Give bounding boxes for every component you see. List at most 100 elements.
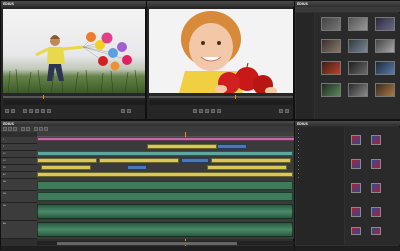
track-name: 3V: [3, 167, 6, 169]
timeline-scroll-thumb[interactable]: [57, 241, 237, 245]
bin-clip-thumb[interactable]: [348, 39, 368, 53]
player-playhead[interactable]: [43, 95, 44, 99]
track-header[interactable]: 3A: [1, 203, 37, 221]
timeline-clip[interactable]: [37, 151, 293, 156]
effect-tile[interactable]: [351, 135, 361, 145]
paste-button[interactable]: [44, 127, 48, 131]
effects-tree[interactable]: ▸ ▸ ▸ ▸ ▸ ▸ ▸ ▸ ▸ ▸ ▸ ▸ ▸: [296, 127, 344, 245]
rec-rewind-button[interactable]: [193, 109, 197, 113]
track-header[interactable]: 4V: [1, 172, 37, 179]
undo-button[interactable]: [21, 127, 25, 131]
timeline-clip[interactable]: [37, 192, 293, 201]
effects-tree-item[interactable]: ▸: [298, 133, 299, 135]
effects-tree-item[interactable]: ▸: [298, 173, 299, 175]
track-name: 4V: [3, 174, 6, 176]
rec-render-button[interactable]: [279, 109, 283, 113]
bin-folder-tree[interactable]: [296, 13, 314, 119]
timeline-track-area[interactable]: [37, 137, 295, 239]
effect-tile[interactable]: [351, 183, 361, 193]
bin-clip-thumb[interactable]: [348, 61, 368, 75]
out-point-button[interactable]: [11, 109, 15, 113]
effects-window: EDIUS ▸ ▸ ▸ ▸ ▸ ▸ ▸ ▸ ▸ ▸ ▸ ▸ ▸: [294, 120, 400, 251]
effect-tile[interactable]: [371, 227, 381, 235]
effect-tile[interactable]: [371, 135, 381, 145]
effects-tree-item[interactable]: ▸: [298, 145, 299, 147]
track-header[interactable]: 1: [1, 137, 37, 144]
track-header[interactable]: 1A: [1, 179, 37, 191]
timeline-clip[interactable]: [37, 204, 293, 219]
effects-tree-item[interactable]: ▸: [298, 177, 299, 179]
timeline-clip[interactable]: [37, 158, 97, 163]
bin-clip-thumb[interactable]: [375, 17, 395, 31]
rec-export-button[interactable]: [285, 109, 289, 113]
redo-button[interactable]: [26, 127, 30, 131]
timeline-clip[interactable]: [37, 181, 293, 190]
effects-tree-item[interactable]: ▸: [298, 157, 299, 159]
fast-forward-button[interactable]: [41, 109, 45, 113]
effects-tree-item[interactable]: ▸: [298, 149, 299, 151]
track-header[interactable]: 2V: [1, 158, 37, 165]
player-window: EDIUS: [0, 0, 147, 120]
timeline-clip[interactable]: [127, 165, 147, 170]
track-header[interactable]: 4A: [1, 221, 37, 239]
bin-clip-thumb[interactable]: [375, 83, 395, 97]
effects-tree-item[interactable]: ▸: [298, 165, 299, 167]
timeline-clip[interactable]: [181, 158, 209, 163]
effect-tile[interactable]: [371, 159, 381, 169]
stop-button[interactable]: [35, 109, 39, 113]
rec-loop-button[interactable]: [217, 109, 221, 113]
effects-tree-item[interactable]: ▸: [298, 161, 299, 163]
rec-play-button[interactable]: [199, 109, 203, 113]
in-point-button[interactable]: [5, 109, 9, 113]
timeline-clip[interactable]: [147, 144, 217, 149]
rec-forward-button[interactable]: [211, 109, 215, 113]
rewind-button[interactable]: [23, 109, 27, 113]
play-button[interactable]: [29, 109, 33, 113]
bin-clip-thumb[interactable]: [375, 61, 395, 75]
track-header[interactable]: 2: [1, 144, 37, 151]
track-header[interactable]: 2A: [1, 191, 37, 203]
effect-tile[interactable]: [351, 207, 361, 217]
effect-tile[interactable]: [351, 227, 361, 235]
copy-button[interactable]: [39, 127, 43, 131]
timeline-clip[interactable]: [211, 158, 291, 163]
bin-clip-thumb[interactable]: [375, 39, 395, 53]
open-project-button[interactable]: [8, 127, 12, 131]
effects-tree-item[interactable]: ▸: [298, 169, 299, 171]
track-name: 2V: [3, 160, 6, 162]
insert-button[interactable]: [121, 109, 125, 113]
track-header[interactable]: 3V: [1, 165, 37, 172]
new-sequence-button[interactable]: [3, 127, 7, 131]
timeline-clip[interactable]: [37, 137, 295, 141]
rec-stop-button[interactable]: [205, 109, 209, 113]
track-header[interactable]: 1V: [1, 151, 37, 158]
effect-tile[interactable]: [351, 159, 361, 169]
bin-clip-thumb[interactable]: [348, 83, 368, 97]
effects-tree-item[interactable]: ▸: [298, 141, 299, 143]
effects-tree-item[interactable]: ▸: [298, 153, 299, 155]
timeline-clip[interactable]: [207, 165, 287, 170]
overwrite-button[interactable]: [127, 109, 131, 113]
timeline-scrollbar[interactable]: [37, 241, 295, 245]
player-scrubber[interactable]: [3, 95, 145, 99]
recorder-timecode-bar: [149, 100, 293, 105]
timeline-clip[interactable]: [217, 144, 247, 149]
effect-tile[interactable]: [371, 183, 381, 193]
bin-clip-thumb[interactable]: [321, 83, 341, 97]
loop-button[interactable]: [47, 109, 51, 113]
bin-clip-thumb[interactable]: [321, 39, 341, 53]
effects-tree-item[interactable]: ▸: [298, 129, 299, 131]
effects-tree-item[interactable]: ▸: [298, 137, 299, 139]
bin-clip-thumb[interactable]: [348, 17, 368, 31]
bin-clip-thumb[interactable]: [321, 61, 341, 75]
timeline-clip[interactable]: [37, 172, 293, 177]
recorder-playhead[interactable]: [235, 95, 236, 99]
recorder-scrubber[interactable]: [149, 95, 293, 99]
bin-clip-thumb[interactable]: [321, 17, 341, 31]
timeline-clip[interactable]: [99, 158, 179, 163]
timeline-clip[interactable]: [37, 222, 293, 237]
timeline-clip[interactable]: [41, 165, 91, 170]
cut-button[interactable]: [34, 127, 38, 131]
save-project-button[interactable]: [13, 127, 17, 131]
effect-tile[interactable]: [371, 207, 381, 217]
